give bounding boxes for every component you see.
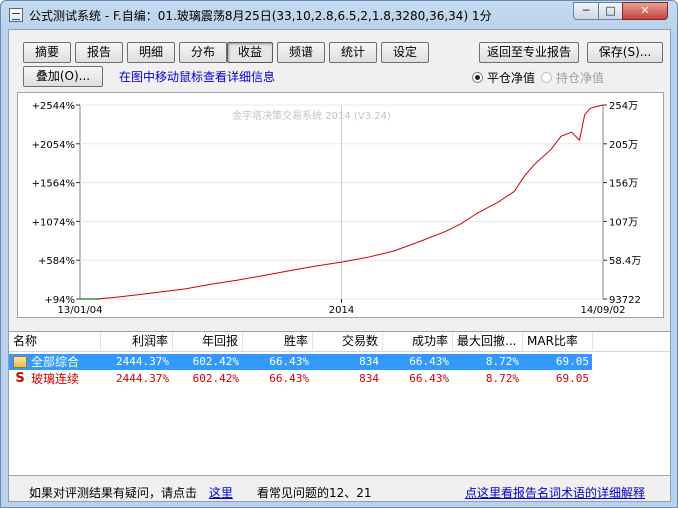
minimize-button[interactable]: ─ — [573, 2, 599, 20]
app-icon — [9, 8, 23, 22]
table-row[interactable]: S 玻璃连续 2444.37% 602.42% 66.43% 834 66.43… — [9, 371, 670, 387]
y-left-tick-label: +1564% — [32, 179, 75, 190]
table-row[interactable]: 全部综合 2444.37% 602.42% 66.43% 834 66.43% … — [9, 354, 670, 370]
row-name: 全部综合 — [31, 355, 80, 369]
table-header: 名称 利润率 年回报 胜率 交易数 成功率 最大回撤... MAR比率 — [9, 332, 670, 352]
cell-max-drawdown: 8.72% — [485, 355, 519, 368]
cell-win-rate: 66.43% — [269, 372, 309, 385]
tab-details[interactable]: 明细 — [127, 42, 175, 63]
footer-faq-text: 看常见问题的12、21 — [257, 486, 372, 500]
chart-watermark: 金字塔决策交易系统 2014 (V3.24) — [232, 109, 391, 122]
cell-profit-rate: 2444.37% — [116, 372, 169, 385]
y-left-tick-label: +2544% — [32, 101, 75, 112]
cell-annual-return: 602.42% — [192, 372, 239, 385]
results-table[interactable]: 名称 利润率 年回报 胜率 交易数 成功率 最大回撤... MAR比率 全部综合… — [9, 331, 670, 476]
cell-trade-count: 834 — [359, 372, 379, 385]
y-left-tick-label: +584% — [38, 256, 75, 267]
footer-glossary: 点这里看报告名词术语的详细解释 — [465, 484, 645, 501]
x-tick-label: 14/09/02 — [581, 305, 626, 316]
column-header-success-rate[interactable]: 成功率 — [383, 332, 453, 352]
cell-max-drawdown: 8.72% — [485, 372, 519, 385]
window-title: 公式测试系统 - F.自编：01.玻璃震荡8月25日(33,10,2.8,6.5… — [29, 9, 492, 23]
footer-question-text: 如果对评测结果有疑问，请点击 — [29, 486, 198, 500]
y-right-tick-label: 58.4万 — [609, 256, 641, 267]
y-left-tick-label: +1074% — [32, 217, 75, 228]
footer-question: 如果对评测结果有疑问，请点击 这里 — [29, 484, 233, 501]
tab-returns[interactable]: 收益 — [227, 42, 273, 63]
radio-closed-equity-label: 平仓净值 — [487, 71, 536, 85]
title-bar[interactable]: 公式测试系统 - F.自编：01.玻璃震荡8月25日(33,10,2.8,6.5… — [1, 1, 677, 29]
column-header-max-drawdown[interactable]: 最大回撤... — [453, 332, 523, 352]
x-tick-label: 13/01/04 — [58, 305, 103, 316]
close-button[interactable]: ✕ — [622, 2, 668, 20]
radio-dot-icon — [541, 72, 552, 83]
cell-trade-count: 834 — [359, 355, 379, 368]
cell-mar-ratio: 69.05 — [555, 355, 589, 368]
report-client-area: 摘要 报告 明细 分布 收益 频谱 统计 设定 返回至专业报告 保存(S)...… — [8, 29, 671, 502]
y-left-tick-label: +2054% — [32, 140, 75, 151]
cell-success-rate: 66.43% — [409, 372, 449, 385]
tab-report[interactable]: 报告 — [75, 42, 123, 63]
glossary-link[interactable]: 点这里看报告名词术语的详细解释 — [465, 486, 645, 500]
save-button[interactable]: 保存(S)... — [587, 42, 663, 63]
cell-win-rate: 66.43% — [269, 355, 309, 368]
row-name: 玻璃连续 — [31, 372, 80, 386]
cell-profit-rate: 2444.37% — [116, 355, 169, 368]
maximize-button[interactable]: □ — [598, 2, 623, 20]
radio-open-equity-label: 持仓净值 — [556, 71, 605, 85]
tab-summary[interactable]: 摘要 — [23, 42, 71, 63]
cell-mar-ratio: 69.05 — [555, 372, 589, 385]
y-right-tick-label: 205万 — [609, 140, 638, 151]
return-to-pro-report-button[interactable]: 返回至专业报告 — [479, 42, 579, 63]
column-header-mar-ratio[interactable]: MAR比率 — [523, 332, 593, 352]
here-link[interactable]: 这里 — [209, 486, 233, 500]
cell-success-rate: 66.43% — [409, 355, 449, 368]
equity-chart[interactable]: +2544% 254万 +2054% 205万 +1564% 156万 +1074% 107万… — [18, 93, 663, 317]
radio-open-equity[interactable]: 持仓净值 — [541, 69, 604, 86]
tab-distribution[interactable]: 分布 — [179, 42, 227, 63]
column-header-annual-return[interactable]: 年回报 — [173, 332, 243, 352]
column-header-trade-count[interactable]: 交易数 — [313, 332, 383, 352]
chart-hint-text: 在图中移动鼠标查看详细信息 — [119, 70, 276, 84]
column-header-win-rate[interactable]: 胜率 — [243, 332, 313, 352]
y-right-tick-label: 107万 — [609, 217, 638, 228]
tab-spectrum[interactable]: 频谱 — [277, 42, 325, 63]
cell-annual-return: 602.42% — [192, 355, 239, 368]
app-window: 公式测试系统 - F.自编：01.玻璃震荡8月25日(33,10,2.8,6.5… — [0, 0, 678, 508]
x-tick-label: 2014 — [329, 305, 354, 316]
column-header-profit-rate[interactable]: 利润率 — [101, 332, 173, 352]
overlay-button[interactable]: 叠加(O)... — [23, 66, 103, 87]
radio-dot-icon — [472, 72, 483, 83]
tab-statistics[interactable]: 统计 — [329, 42, 377, 63]
equity-chart-panel[interactable]: +2544% 254万 +2054% 205万 +1564% 156万 +1074% 107万… — [17, 92, 664, 318]
radio-closed-equity[interactable]: 平仓净值 — [472, 69, 535, 86]
y-right-tick-label: 156万 — [609, 179, 638, 190]
column-header-name[interactable]: 名称 — [9, 332, 101, 352]
tab-settings[interactable]: 设定 — [381, 42, 429, 63]
y-right-tick-label: 254万 — [609, 101, 638, 112]
